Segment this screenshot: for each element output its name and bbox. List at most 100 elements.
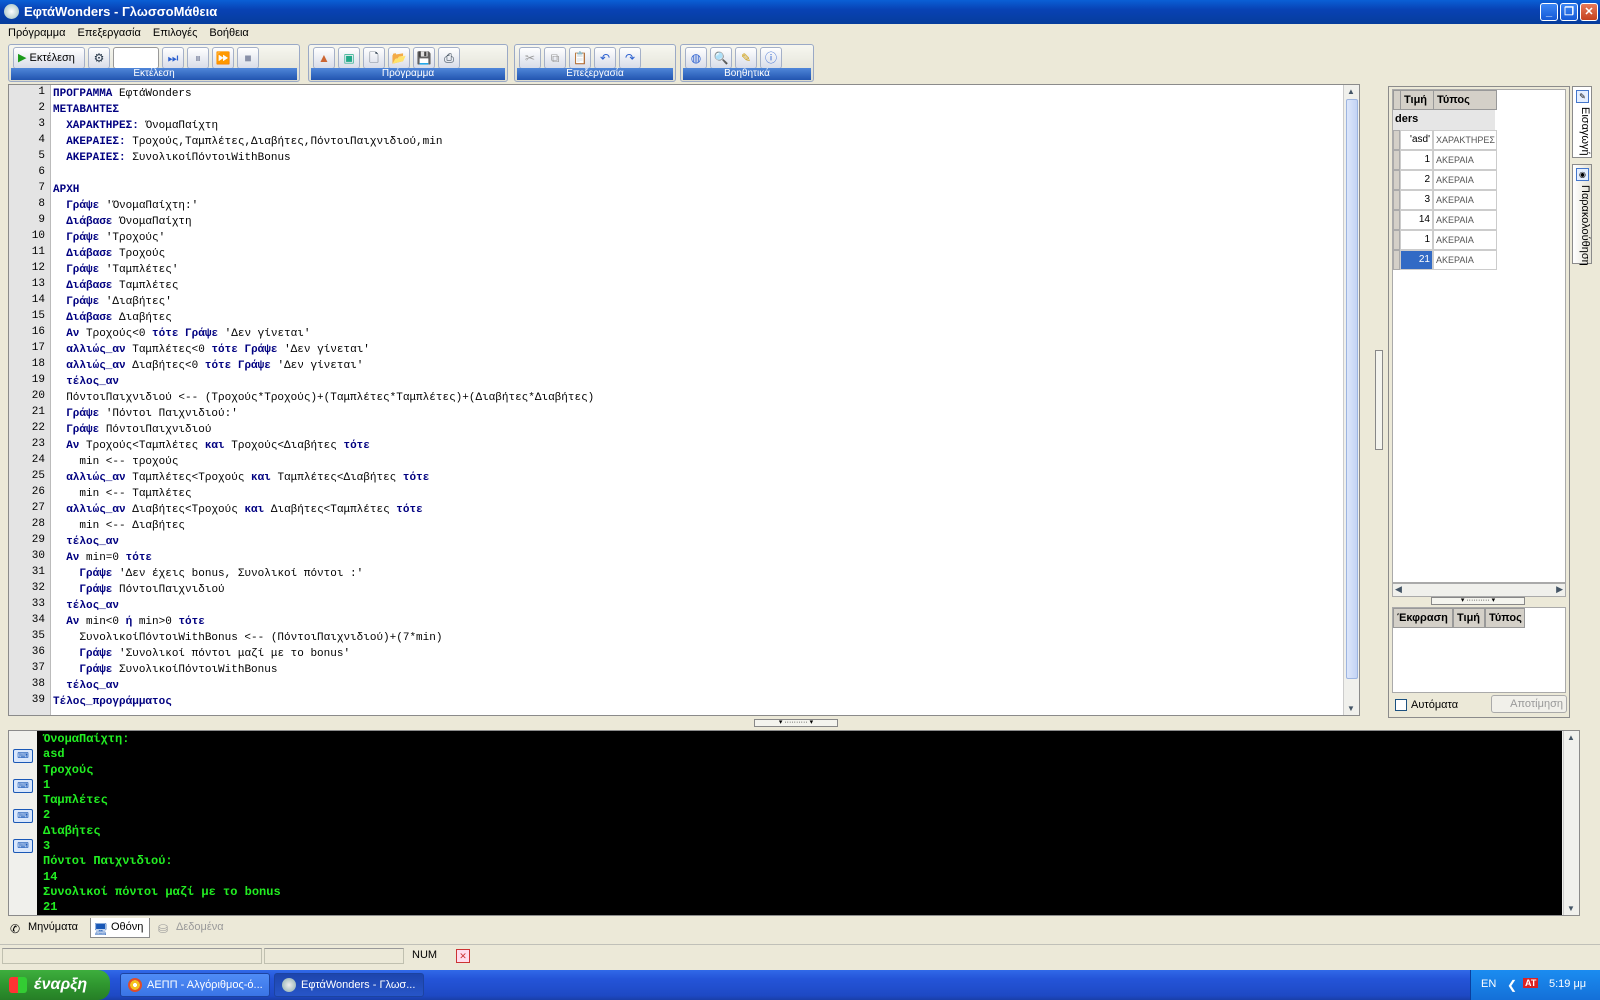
variable-row[interactable]: 3 ΑΚΕΡΑΙΑ (1393, 190, 1497, 210)
variable-row[interactable]: 2 ΑΚΕΡΑΙΑ (1393, 170, 1497, 190)
code-line[interactable]: ΠΡΟΓΡΑΜΜΑ ΕφτάWonders (53, 86, 192, 102)
console-screen[interactable]: ΌνομαΠαίχτη: asd Τροχούς 1 Ταμπλέτες 2 Διαβήτε… (37, 731, 1562, 915)
panel-splitter[interactable]: ▾ ·········· ▾ (1431, 597, 1525, 605)
language-indicator[interactable]: EN (1481, 978, 1496, 990)
close-button[interactable]: ✕ (1580, 3, 1598, 21)
code-line[interactable]: Διάβασε Τροχούς (53, 246, 165, 262)
code-line[interactable]: Αν min<0 ή min>0 τότε (53, 614, 205, 630)
code-line[interactable]: Τέλος_προγράμματος (53, 694, 172, 710)
variables-horizontal-scrollbar[interactable]: ◀ ▶ (1392, 583, 1566, 597)
row-selector[interactable] (1393, 190, 1400, 210)
row-selector[interactable] (1393, 170, 1400, 190)
code-line[interactable]: min <-- Διαβήτες (53, 518, 185, 534)
code-line[interactable]: τέλος_αν (53, 374, 119, 390)
tab-messages[interactable]: ✆ Μηνύματα (8, 918, 88, 938)
fast-forward-button[interactable]: ⏩ (212, 47, 234, 69)
print-button[interactable]: ⎙ (438, 47, 460, 69)
evaluate-button[interactable]: Αποτίμηση (1491, 695, 1567, 713)
code-line[interactable]: Διάβασε Διαβήτες (53, 310, 172, 326)
code-line[interactable]: Γράψε ΠόντοιΠαιχνιδιού (53, 582, 224, 598)
code-line[interactable]: Αν Τροχούς<0 τότε Γράψε 'Δεν γίνεται' (53, 326, 310, 342)
search-button[interactable]: 🔍 (710, 47, 732, 69)
paste-button[interactable]: 📋 (569, 47, 591, 69)
pause-button[interactable]: ⏸ (187, 47, 209, 69)
expressions-table[interactable]: Έκφραση Τιμή Τύπος (1392, 607, 1566, 693)
row-selector[interactable] (1393, 130, 1400, 150)
variable-row[interactable]: 'asd' ΧΑΡΑΚΤΗΡΕΣ (1393, 130, 1497, 150)
code-editor[interactable]: 1 2 3 4 5 6 7 8 9 10 11 12 13 14 15 16 17 18 19 20 21 22 23 24 2… (8, 84, 1360, 716)
run-button[interactable]: ▶ Εκτέλεση (13, 47, 85, 69)
stop-button[interactable]: ■ (237, 47, 259, 69)
scroll-up-icon[interactable]: ▲ (1567, 733, 1575, 742)
new-file-button[interactable]: 🗋 (363, 47, 385, 69)
code-line[interactable]: Γράψε 'Συνολικοί πόντοι μαζί με το bonus… (53, 646, 350, 662)
code-line[interactable]: Διάβασε ΌνομαΠαίχτη (53, 214, 191, 230)
code-line[interactable]: ΑΚΕΡΑΙΕΣ: Τροχούς,Ταμπλέτες,Διαβήτες,Πόν… (53, 134, 442, 150)
maximize-button[interactable]: ❐ (1560, 3, 1578, 21)
tab-data[interactable]: ⛁ Δεδομένα (156, 918, 232, 938)
code-line[interactable]: Γράψε 'Τροχούς' (53, 230, 165, 246)
vertical-splitter[interactable] (1375, 350, 1383, 450)
code-line[interactable]: Γράψε 'Πόντοι Παιχνιδιού:' (53, 406, 238, 422)
code-line[interactable]: Γράψε 'ΌνομαΠαίχτη:' (53, 198, 198, 214)
code-line[interactable]: ΑΡΧΗ (53, 182, 79, 198)
save-button[interactable]: 💾 (413, 47, 435, 69)
tray-arrow-icon[interactable]: ❮ (1507, 978, 1517, 992)
cut-button[interactable]: ✂ (519, 47, 541, 69)
row-selector[interactable] (1393, 150, 1400, 170)
code-line[interactable]: Γράψε ΣυνολικοίΠόντοιWithBonus (53, 662, 277, 678)
code-line[interactable]: τέλος_αν (53, 678, 119, 694)
code-line[interactable]: Γράψε 'Ταμπλέτες' (53, 262, 178, 278)
menu-program[interactable]: Πρόγραμμα (4, 27, 69, 39)
row-selector[interactable] (1393, 250, 1400, 270)
code-line[interactable]: Γράψε ΠόντοιΠαιχνιδιού (53, 422, 211, 438)
tab-watch[interactable]: ◉ Παρακολούθηση (1572, 164, 1592, 266)
lookup-button[interactable]: ◍ (685, 47, 707, 69)
minimize-button[interactable]: _ (1540, 3, 1558, 21)
code-line[interactable]: ΣυνολικοίΠόντοιWithBonus <-- (ΠόντοιΠαιχ… (53, 630, 442, 646)
undo-button[interactable]: ↶ (594, 47, 616, 69)
variable-row[interactable]: 1 ΑΚΕΡΑΙΑ (1393, 150, 1497, 170)
code-line[interactable]: αλλιώς_αν Ταμπλέτες<Τροχούς και Ταμπλέτε… (53, 470, 429, 486)
variable-row[interactable]: 21 ΑΚΕΡΑΙΑ (1393, 250, 1497, 270)
code-line[interactable]: τέλος_αν (53, 534, 119, 550)
scroll-down-icon[interactable]: ▼ (1347, 704, 1355, 713)
variable-row[interactable]: 14 ΑΚΕΡΑΙΑ (1393, 210, 1497, 230)
scroll-down-icon[interactable]: ▼ (1567, 904, 1575, 913)
code-line[interactable]: ΑΚΕΡΑΙΕΣ: ΣυνολικοίΠόντοιWithBonus (53, 150, 290, 166)
menu-edit[interactable]: Επεξεργασία (73, 27, 144, 39)
row-selector[interactable] (1393, 230, 1400, 250)
horizontal-splitter[interactable]: ▾ ·········· ▾ (754, 719, 838, 727)
code-line[interactable]: αλλιώς_αν Ταμπλέτες<0 τότε Γράψε 'Δεν γί… (53, 342, 370, 358)
code-line[interactable]: αλλιώς_αν Διαβήτες<0 τότε Γράψε 'Δεν γίν… (53, 358, 363, 374)
tab-screen[interactable]: 🖥 Οθόνη (90, 918, 150, 938)
taskbar-item-browser[interactable]: ΑΕΠΠ - Αλγόριθμος-ό... (120, 973, 270, 997)
menu-help[interactable]: Βοήθεια (205, 27, 252, 39)
scroll-up-icon[interactable]: ▲ (1347, 87, 1355, 96)
open-file-button[interactable]: 📂 (388, 47, 410, 69)
speed-slider[interactable] (113, 47, 159, 69)
redo-button[interactable]: ↷ (619, 47, 641, 69)
variable-row[interactable]: 1 ΑΚΕΡΑΙΑ (1393, 230, 1497, 250)
start-button[interactable]: έναρξη (0, 970, 110, 1000)
code-line[interactable]: ΠόντοιΠαιχνιδιού <-- (Τροχούς*Τροχούς)+(… (53, 390, 594, 406)
copy-button[interactable]: ⧉ (544, 47, 566, 69)
code-line[interactable]: Διάβασε Ταμπλέτες (53, 278, 178, 294)
code-line[interactable]: τέλος_αν (53, 598, 119, 614)
code-line[interactable]: ΧΑΡΑΚΤΗΡΕΣ: ΌνομαΠαίχτη (53, 118, 218, 134)
menu-options[interactable]: Επιλογές (149, 27, 202, 39)
antivirus-icon[interactable]: AT (1523, 978, 1539, 988)
flowchart-button[interactable]: ▲ (313, 47, 335, 69)
info-button[interactable]: ⓘ (760, 47, 782, 69)
code-line[interactable]: min <-- Ταμπλέτες (53, 486, 191, 502)
console-scrollbar[interactable]: ▲ ▼ (1563, 731, 1579, 915)
code-line[interactable]: αλλιώς_αν Διαβήτες<Τροχούς και Διαβήτες<… (53, 502, 423, 518)
row-selector[interactable] (1393, 210, 1400, 230)
code-line[interactable]: Γράψε 'Δεν έχεις bonus, Συνολικοί πόντοι… (53, 566, 363, 582)
format-button[interactable]: ✎ (735, 47, 757, 69)
step-into-button[interactable]: ⏭ (162, 47, 184, 69)
scroll-right-icon[interactable]: ▶ (1556, 584, 1563, 595)
compile-button[interactable]: ▣ (338, 47, 360, 69)
scroll-thumb[interactable] (1346, 99, 1358, 679)
code-line[interactable]: Αν Τροχούς<Ταμπλέτες και Τροχούς<Διαβήτε… (53, 438, 370, 454)
